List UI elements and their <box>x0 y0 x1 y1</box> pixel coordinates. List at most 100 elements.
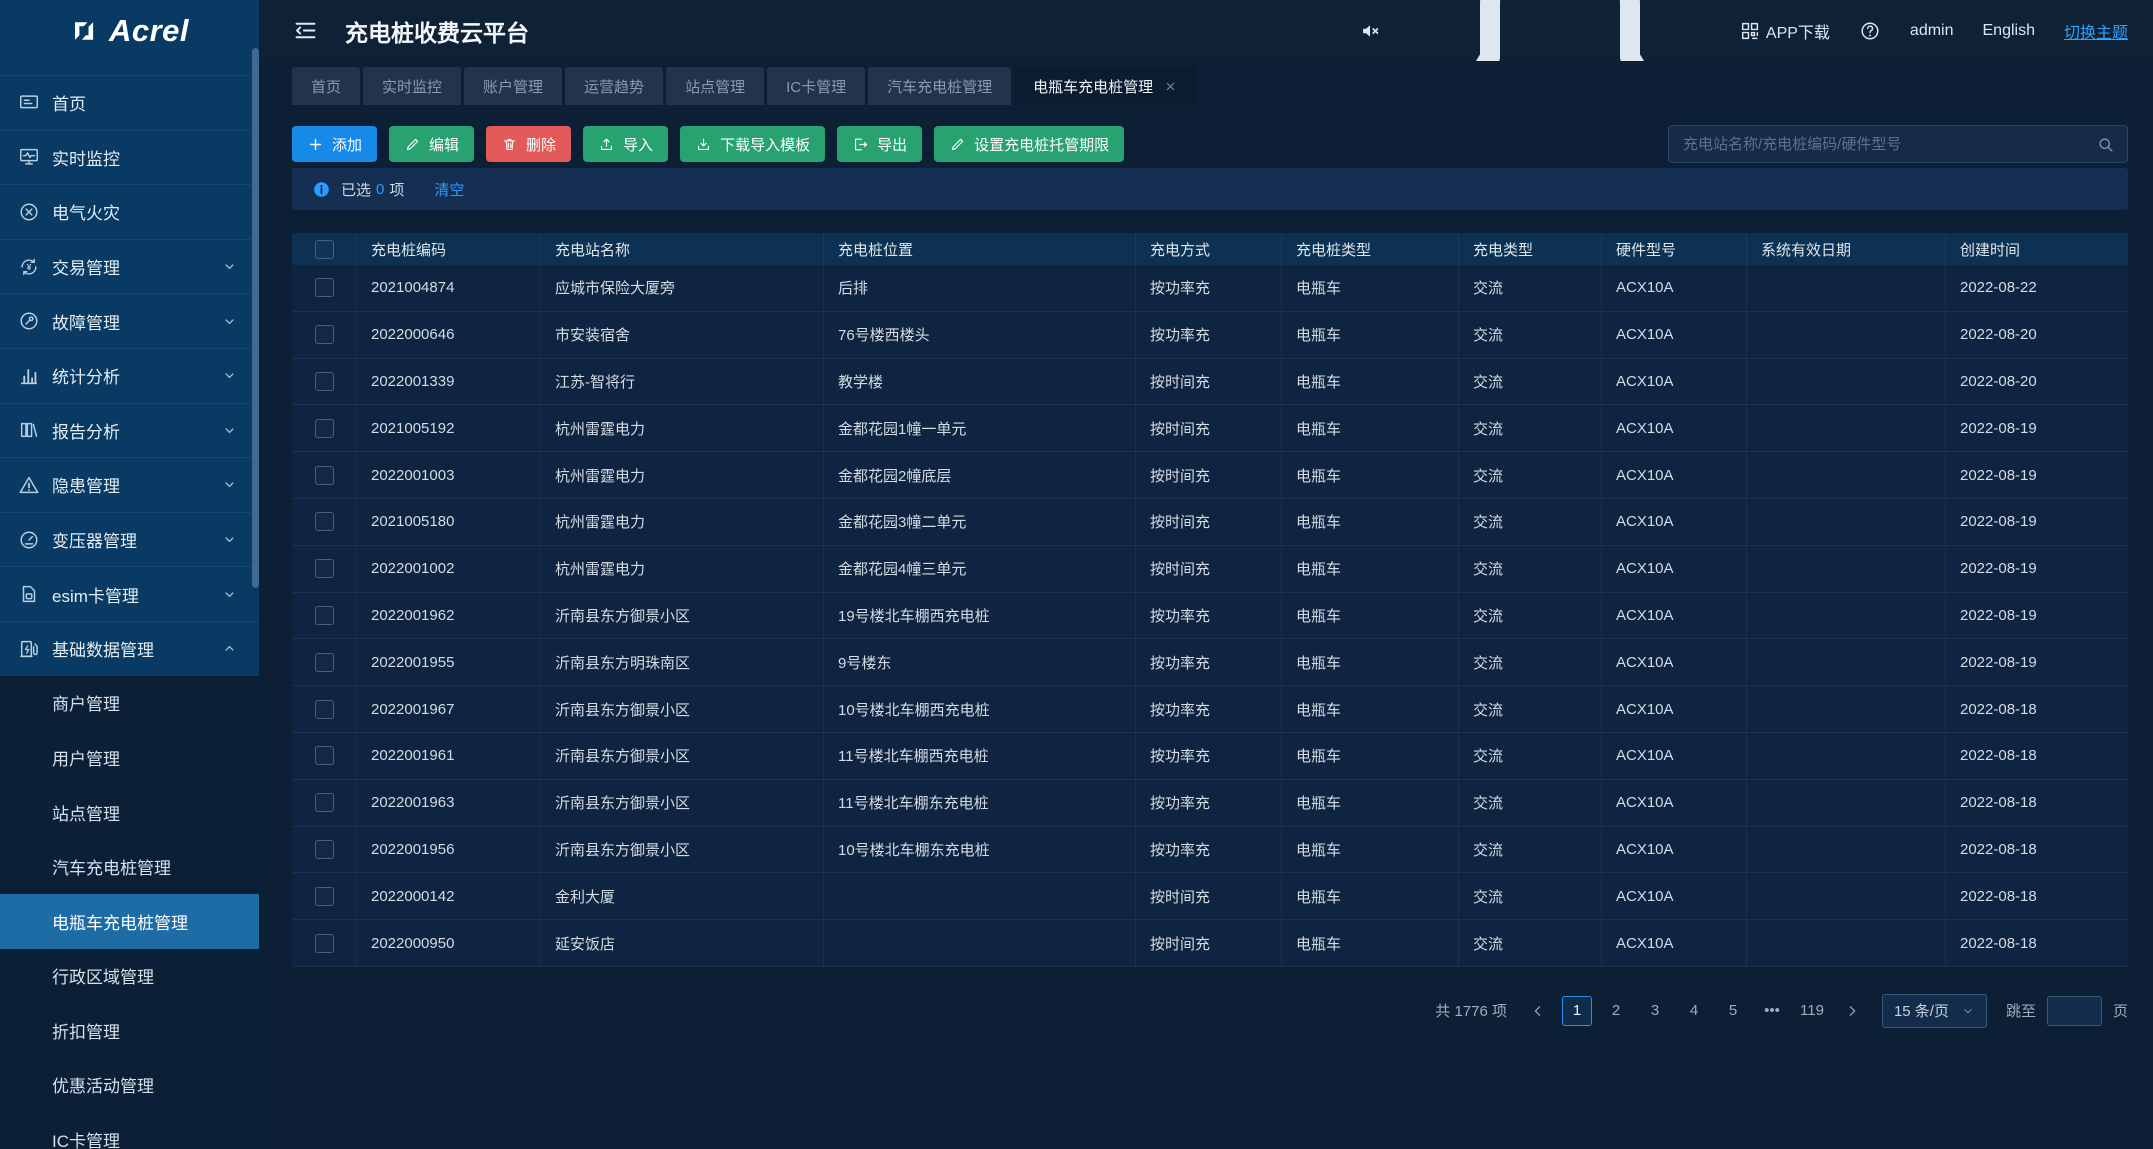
row-checkbox[interactable] <box>315 559 334 578</box>
tab-6[interactable]: 汽车充电桩管理 <box>868 67 1011 105</box>
row-checkbox[interactable] <box>315 372 334 391</box>
language-switch[interactable]: English <box>1983 22 2035 40</box>
sidebar-subitem-0[interactable]: 商户管理 <box>0 676 259 731</box>
table-row[interactable]: 2022001339江苏-智将行教学楼按时间充电瓶车交流ACX10A2022-0… <box>292 359 2128 406</box>
page-button-119[interactable]: 119 <box>1796 996 1828 1026</box>
column-header[interactable]: 充电方式 <box>1136 233 1282 265</box>
sidebar-subitem-4[interactable]: 电瓶车充电桩管理 <box>0 894 259 949</box>
table-row[interactable]: 2021005192杭州雷霆电力金都花园1幢一单元按时间充电瓶车交流ACX10A… <box>292 405 2128 452</box>
row-checkbox[interactable] <box>315 278 334 297</box>
download-template-button[interactable]: 下载导入模板 <box>680 126 825 162</box>
row-checkbox[interactable] <box>315 512 334 531</box>
prev-page-button[interactable] <box>1523 1003 1553 1019</box>
table-row[interactable]: 2022001961沂南县东方御景小区11号楼北车棚西充电桩按功率充电瓶车交流A… <box>292 733 2128 780</box>
page-button-1[interactable]: 1 <box>1562 996 1592 1026</box>
table-row[interactable]: 2021005180杭州雷霆电力金都花园3幢二单元按时间充电瓶车交流ACX10A… <box>292 499 2128 546</box>
tab-2[interactable]: 账户管理 <box>464 67 562 105</box>
sidebar-subitem-1[interactable]: 用户管理 <box>0 730 259 785</box>
collapse-menu-icon[interactable] <box>292 17 319 44</box>
toolbar-buttons: 添加编辑删除导入下载导入模板导出设置充电桩托管期限 <box>292 126 1136 162</box>
sidebar-item-0[interactable]: 首页 <box>0 75 259 130</box>
row-checkbox[interactable] <box>315 653 334 672</box>
table-row[interactable]: 2022001955沂南县东方明珠南区9号楼东按功率充电瓶车交流ACX10A20… <box>292 639 2128 686</box>
sidebar-item-7[interactable]: 隐患管理 <box>0 457 259 512</box>
column-header[interactable]: 充电桩位置 <box>824 233 1136 265</box>
jump-page-input[interactable] <box>2047 996 2102 1026</box>
table-row[interactable]: 2021004874应城市保险大厦旁后排按功率充电瓶车交流ACX10A2022-… <box>292 265 2128 312</box>
row-checkbox[interactable] <box>315 419 334 438</box>
app-download-link[interactable]: APP下载 <box>1739 19 1830 43</box>
table-row[interactable]: 2022001003杭州雷霆电力金都花园2幢底层按时间充电瓶车交流ACX10A2… <box>292 452 2128 499</box>
export-button[interactable]: 导出 <box>837 126 922 162</box>
search-icon[interactable] <box>2096 135 2115 154</box>
row-checkbox[interactable] <box>315 887 334 906</box>
tab-0[interactable]: 首页 <box>292 67 360 105</box>
sidebar-subitem-8[interactable]: IC卡管理 <box>0 1112 259 1149</box>
help-icon[interactable] <box>1859 20 1881 42</box>
column-header[interactable]: 系统有效日期 <box>1747 233 1946 265</box>
column-header[interactable]: 充电类型 <box>1459 233 1602 265</box>
table-row[interactable]: 2022000950延安饭店按时间充电瓶车交流ACX10A2022-08-18 <box>292 920 2128 967</box>
set-hosting-period-button[interactable]: 设置充电桩托管期限 <box>934 126 1124 162</box>
table-row[interactable]: 2022001967沂南县东方御景小区10号楼北车棚西充电桩按功率充电瓶车交流A… <box>292 686 2128 733</box>
sidebar-subitem-3[interactable]: 汽车充电桩管理 <box>0 839 259 894</box>
sidebar-scrollbar[interactable] <box>252 48 259 588</box>
pages-ellipsis[interactable]: ••• <box>1757 996 1787 1026</box>
table-row[interactable]: 2022001963沂南县东方御景小区11号楼北车棚东充电桩按功率充电瓶车交流A… <box>292 780 2128 827</box>
sidebar-item-6[interactable]: 报告分析 <box>0 403 259 458</box>
column-header[interactable]: 充电站名称 <box>541 233 824 265</box>
column-header[interactable]: 充电桩编码 <box>357 233 541 265</box>
next-page-button[interactable] <box>1837 1003 1867 1019</box>
row-checkbox[interactable] <box>315 606 334 625</box>
sidebar-item-3[interactable]: ¥交易管理 <box>0 239 259 294</box>
sidebar-item-8[interactable]: 变压器管理 <box>0 512 259 567</box>
row-checkbox[interactable] <box>315 700 334 719</box>
row-checkbox[interactable] <box>315 325 334 344</box>
page-size-select[interactable]: 15 条/页 <box>1882 994 1987 1028</box>
mute-icon[interactable] <box>1359 20 1381 42</box>
column-header[interactable]: 充电桩类型 <box>1282 233 1459 265</box>
sidebar-subitem-6[interactable]: 折扣管理 <box>0 1003 259 1058</box>
delete-button[interactable]: 删除 <box>486 126 571 162</box>
sidebar-subitem-7[interactable]: 优惠活动管理 <box>0 1058 259 1113</box>
table-row[interactable]: 2022000142金利大厦按时间充电瓶车交流ACX10A2022-08-18 <box>292 873 2128 920</box>
row-checkbox[interactable] <box>315 934 334 953</box>
sidebar-item-4[interactable]: 故障管理 <box>0 293 259 348</box>
search-input[interactable] <box>1681 135 2096 154</box>
sidebar-item-9[interactable]: esim卡管理 <box>0 566 259 621</box>
sidebar-item-label: esim卡管理 <box>52 582 139 607</box>
close-icon[interactable] <box>1164 80 1177 93</box>
row-checkbox[interactable] <box>315 793 334 812</box>
tab-1[interactable]: 实时监控 <box>363 67 461 105</box>
username[interactable]: admin <box>1910 22 1954 40</box>
tab-4[interactable]: 站点管理 <box>666 67 764 105</box>
row-checkbox[interactable] <box>315 466 334 485</box>
table-row[interactable]: 2022001962沂南县东方御景小区19号楼北车棚西充电桩按功率充电瓶车交流A… <box>292 593 2128 640</box>
select-all-checkbox[interactable] <box>315 240 334 259</box>
row-checkbox[interactable] <box>315 746 334 765</box>
page-button-3[interactable]: 3 <box>1640 996 1670 1026</box>
import-button[interactable]: 导入 <box>583 126 668 162</box>
column-header[interactable]: 创建时间 <box>1946 233 2128 265</box>
table-row[interactable]: 2022000646市安装宿舍76号楼西楼头按功率充电瓶车交流ACX10A202… <box>292 312 2128 359</box>
theme-switch-link[interactable]: 切换主题 <box>2064 19 2128 43</box>
sidebar-subitem-5[interactable]: 行政区域管理 <box>0 949 259 1004</box>
page-button-5[interactable]: 5 <box>1718 996 1748 1026</box>
page-button-2[interactable]: 2 <box>1601 996 1631 1026</box>
add-button[interactable]: 添加 <box>292 126 377 162</box>
column-header[interactable]: 硬件型号 <box>1602 233 1747 265</box>
table-row[interactable]: 2022001956沂南县东方御景小区10号楼北车棚东充电桩按功率充电瓶车交流A… <box>292 827 2128 874</box>
sidebar-subitem-2[interactable]: 站点管理 <box>0 785 259 840</box>
page-button-4[interactable]: 4 <box>1679 996 1709 1026</box>
sidebar-item-5[interactable]: 统计分析 <box>0 348 259 403</box>
sidebar-item-2[interactable]: 电气火灾 <box>0 184 259 239</box>
sidebar-item-1[interactable]: 实时监控 <box>0 130 259 185</box>
clear-selection-link[interactable]: 清空 <box>434 179 464 200</box>
tab-7[interactable]: 电瓶车充电桩管理 <box>1014 67 1196 105</box>
table-row[interactable]: 2022001002杭州雷霆电力金都花园4幢三单元按时间充电瓶车交流ACX10A… <box>292 546 2128 593</box>
edit-button[interactable]: 编辑 <box>389 126 474 162</box>
row-checkbox[interactable] <box>315 840 334 859</box>
tab-5[interactable]: IC卡管理 <box>767 67 865 105</box>
sidebar-item-10[interactable]: 基础数据管理 <box>0 621 259 676</box>
tab-3[interactable]: 运营趋势 <box>565 67 663 105</box>
